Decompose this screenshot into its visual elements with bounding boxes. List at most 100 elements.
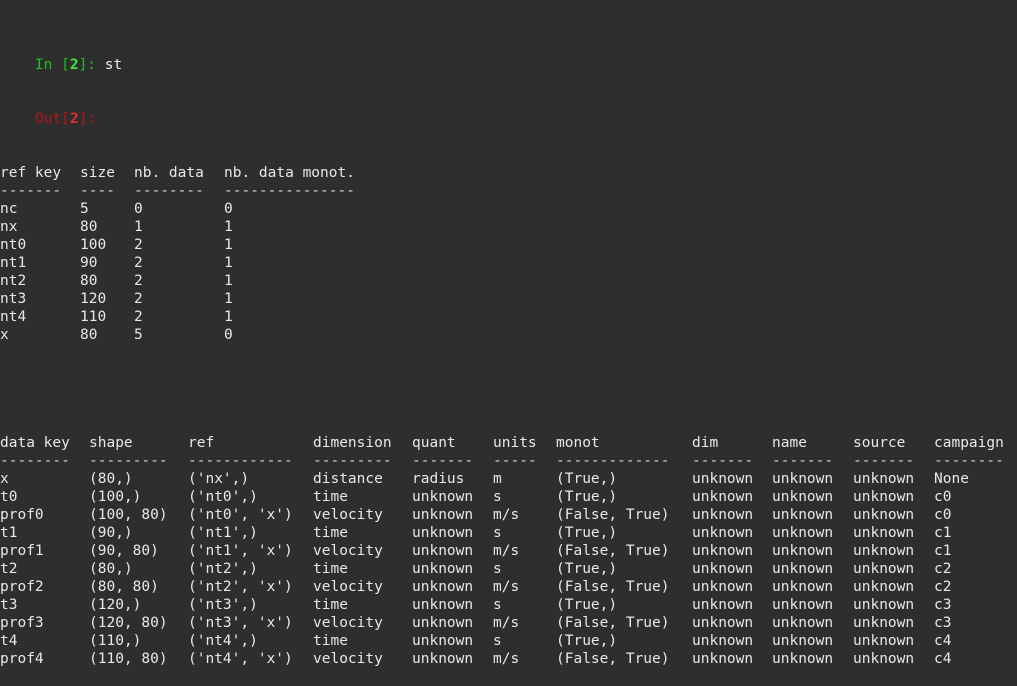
data-table-row-cell: unknown [772,615,834,631]
data-table-row-cell: unknown [412,489,474,505]
data-table-row-cell: unknown [772,507,834,523]
data-table-row-cell: unknown [412,525,474,541]
data-table-row-cell: (True,) [556,633,618,649]
ref-table-row: nc 5 0 0 [0,200,1017,218]
data-table-row-cell: m [493,471,502,487]
data-table-separator-cell: ------- [772,453,834,469]
data-table-row-cell: (80, 80) [89,579,159,595]
data-table-row-cell: ('nt4',) [188,633,258,649]
data-table-row-cell: c3 [934,597,952,613]
data-table-row-cell: c0 [934,489,952,505]
data-table-row-cell: m/s [493,579,520,595]
data-table-header-cell: shape [89,435,133,451]
ref-table-row-cell: 2 [134,273,143,289]
data-table-row-cell: unknown [772,651,834,667]
data-table-row-cell: c4 [934,633,952,649]
data-table-row-cell: unknown [692,507,754,523]
data-table-header: data key shape ref dimension quant units monot… [0,434,1017,452]
data-table-row: prof0 (100, 80) ('nt0', 'x') velocity unknow… [0,506,1017,524]
data-table-row-cell: (120,) [89,597,142,613]
ref-table-separator-cell: --------------- [224,183,355,199]
ref-table-row-cell: nt0 [0,237,27,253]
ref-table-row-cell: 1 [134,219,143,235]
input-prompt-close: ]: [78,57,105,73]
data-table-row-cell: unknown [692,489,754,505]
data-table-row-cell: unknown [692,543,754,559]
data-table-row-cell: unknown [853,579,915,595]
command-text[interactable]: st [105,57,122,73]
data-table-row-cell: c0 [934,507,952,523]
data-table-row-cell: unknown [692,633,754,649]
ref-table-row-cell: 100 [80,237,107,253]
data-table-row-cell: ('nt2',) [188,561,258,577]
data-table-row-cell: ('nt3',) [188,597,258,613]
data-table-separator-cell: ----- [493,453,537,469]
data-table-row-cell: time [313,597,348,613]
input-prompt-label: In [ [34,57,70,73]
ref-table-row-cell: 0 [134,201,143,217]
ref-table-row-cell: nt1 [0,255,27,271]
data-table-row-cell: (True,) [556,561,618,577]
data-table-row-cell: c2 [934,579,952,595]
input-prompt-line: In [2]: st [0,38,1017,73]
data-table-header-cell: campaign [934,435,1004,451]
data-table-row-cell: (80,) [89,471,133,487]
data-table-row-cell: m/s [493,651,520,667]
data-table-row-cell: unknown [692,579,754,595]
ref-table-row-cell: 80 [80,273,98,289]
data-table-row-cell: unknown [853,525,915,541]
data-table-row-cell: unknown [772,579,834,595]
output-prompt-number: 2 [69,111,79,127]
data-table-row-cell: ('nt0',) [188,489,258,505]
data-table-row-cell: ('nt0', 'x') [188,507,293,523]
ref-table-row-cell: nt3 [0,291,27,307]
data-table-row-cell: unknown [412,561,474,577]
data-table-row-cell: unknown [853,633,915,649]
data-table-row-cell: prof1 [0,543,44,559]
data-table-row-cell: prof4 [0,651,44,667]
data-table-row: x (80,) ('nx',) distance radius m (True,) unkno… [0,470,1017,488]
data-table-row-cell: unknown [853,615,915,631]
data-table-row-cell: (True,) [556,597,618,613]
data-table-row-cell: unknown [412,543,474,559]
data-table-row-cell: unknown [853,543,915,559]
ref-table-separator-cell: -------- [134,183,204,199]
ref-table-header-cell: nb. data [134,165,204,181]
ref-table-row-cell: 0 [224,201,233,217]
ref-table-row-cell: nt4 [0,309,27,325]
data-table-row-cell: m/s [493,615,520,631]
data-table-row-cell: s [493,561,502,577]
data-table-row-cell: unknown [692,615,754,631]
ref-table-row: nt4 110 2 1 [0,308,1017,326]
data-table-row-cell: (110,) [89,633,142,649]
data-table-row-cell: (80,) [89,561,133,577]
ref-table-row-cell: 2 [134,309,143,325]
ref-table-row-cell: x [0,327,9,343]
data-table-row-cell: time [313,489,348,505]
data-table-row: prof2 (80, 80) ('nt2', 'x') velocity unknown… [0,578,1017,596]
data-table-row-cell: ('nt4', 'x') [188,651,293,667]
data-table-row-cell: (100, 80) [89,507,168,523]
input-prompt: In [2]: [35,57,105,73]
data-table-row-cell: prof3 [0,615,44,631]
data-table-header-cell: dimension [313,435,392,451]
data-table-row-cell: unknown [692,471,754,487]
data-table-row-cell: velocity [313,507,383,523]
data-table-row-cell: ('nt1', 'x') [188,543,293,559]
data-table-row-cell: unknown [692,597,754,613]
data-table-row-cell: prof0 [0,507,44,523]
data-table-header-cell: quant [412,435,456,451]
data-table-row: t2 (80,) ('nt2',) time unknown s (True,) unknow… [0,560,1017,578]
data-table-row-cell: s [493,525,502,541]
ref-table-row-cell: 110 [80,309,107,325]
data-table-row-cell: s [493,597,502,613]
data-table-row-cell: unknown [412,615,474,631]
data-table-row-cell: m/s [493,507,520,523]
ref-table-row: nt1 90 2 1 [0,254,1017,272]
data-table-row: prof3 (120, 80) ('nt3', 'x') velocity unknow… [0,614,1017,632]
data-table-row-cell: unknown [772,471,834,487]
ref-table-row-cell: 1 [224,273,233,289]
data-table-row-cell: (False, True) [556,651,670,667]
data-table: data key shape ref dimension quant units monot… [0,434,1017,668]
